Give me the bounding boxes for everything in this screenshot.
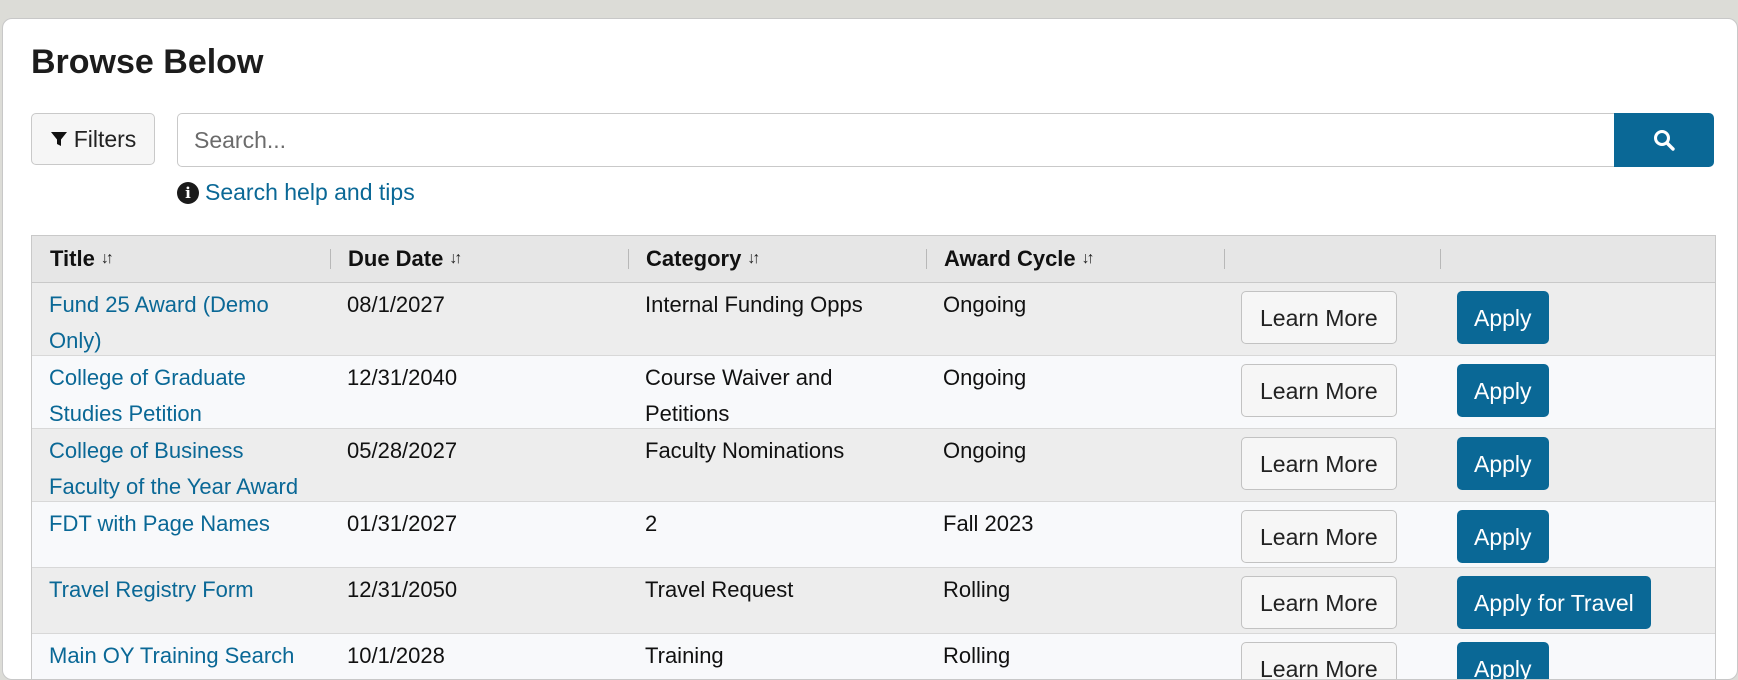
browse-card: Browse Below Filters i Search help and t…	[2, 18, 1738, 680]
sort-arrows-icon[interactable]: ↓↑	[449, 250, 462, 268]
filter-icon	[50, 132, 67, 146]
search-bar	[177, 113, 1714, 167]
row-due-date: 01/31/2027	[347, 511, 458, 536]
results-table: Title ↓↑ Due Date ↓↑ Category ↓↑ Award C…	[31, 235, 1716, 679]
column-header-award-cycle[interactable]: Award Cycle ↓↑	[926, 236, 1224, 282]
row-title-link[interactable]: College of Business Faculty of the Year …	[32, 429, 330, 505]
row-due-date: 12/31/2050	[347, 577, 458, 602]
learn-more-button[interactable]: Learn More	[1241, 642, 1397, 679]
row-award-cycle: Fall 2023	[943, 511, 1034, 536]
row-title-link[interactable]: College of Graduate Studies Petition	[32, 356, 330, 432]
apply-button[interactable]: Apply	[1457, 437, 1549, 490]
row-due-date: 08/1/2027	[347, 292, 445, 317]
table-row: Fund 25 Award (Demo Only) 08/1/2027 Inte…	[32, 283, 1715, 356]
sort-arrows-icon[interactable]: ↓↑	[1082, 250, 1095, 268]
column-header-category[interactable]: Category ↓↑	[628, 236, 926, 282]
learn-more-button[interactable]: Learn More	[1241, 364, 1397, 417]
row-title-link[interactable]: Main OY Training Search	[32, 634, 330, 674]
row-category: Training	[645, 643, 724, 668]
column-header-apply	[1440, 236, 1715, 282]
search-button[interactable]	[1614, 113, 1714, 167]
table-row: College of Business Faculty of the Year …	[32, 429, 1715, 502]
column-header-learn-more	[1224, 236, 1440, 282]
row-award-cycle: Ongoing	[943, 438, 1027, 463]
learn-more-button[interactable]: Learn More	[1241, 576, 1397, 629]
sort-arrows-icon[interactable]: ↓↑	[747, 250, 760, 268]
row-category: Travel Request	[645, 577, 794, 602]
info-icon: i	[177, 181, 199, 204]
apply-button[interactable]: Apply	[1457, 642, 1549, 679]
row-title-link[interactable]: Fund 25 Award (Demo Only)	[32, 283, 330, 359]
learn-more-button[interactable]: Learn More	[1241, 510, 1397, 563]
row-due-date: 10/1/2028	[347, 643, 445, 668]
filters-label: Filters	[73, 125, 137, 152]
learn-more-button[interactable]: Learn More	[1241, 437, 1397, 490]
row-award-cycle: Rolling	[943, 643, 1011, 668]
search-input[interactable]	[177, 113, 1614, 167]
learn-more-button[interactable]: Learn More	[1241, 291, 1397, 344]
search-icon	[1654, 130, 1675, 151]
row-title-link[interactable]: FDT with Page Names	[32, 502, 330, 542]
apply-button[interactable]: Apply	[1457, 364, 1549, 417]
page-title: Browse Below	[31, 43, 264, 81]
sort-arrows-icon[interactable]: ↓↑	[101, 250, 114, 268]
row-award-cycle: Rolling	[943, 577, 1011, 602]
search-help-label: Search help and tips	[205, 179, 415, 205]
row-award-cycle: Ongoing	[943, 365, 1027, 390]
filters-button[interactable]: Filters	[31, 113, 155, 165]
row-due-date: 05/28/2027	[347, 438, 458, 463]
row-title-link[interactable]: Travel Registry Form	[32, 568, 330, 608]
search-help-link[interactable]: i Search help and tips	[177, 179, 415, 206]
row-due-date: 12/31/2040	[347, 365, 458, 390]
table-row: Main OY Training Search 10/1/2028 Traini…	[32, 634, 1715, 679]
table-row: FDT with Page Names 01/31/2027 2 Fall 20…	[32, 502, 1715, 568]
table-row: College of Graduate Studies Petition 12/…	[32, 356, 1715, 429]
row-category: Internal Funding Opps	[645, 292, 863, 317]
column-header-due-date[interactable]: Due Date ↓↑	[330, 236, 628, 282]
row-category: 2	[645, 511, 658, 536]
row-category: Faculty Nominations	[645, 438, 845, 463]
apply-button[interactable]: Apply	[1457, 510, 1549, 563]
apply-button[interactable]: Apply for Travel	[1457, 576, 1651, 629]
row-award-cycle: Ongoing	[943, 292, 1027, 317]
row-category: Course Waiver and Petitions	[645, 365, 833, 426]
table-header: Title ↓↑ Due Date ↓↑ Category ↓↑ Award C…	[32, 236, 1715, 283]
column-header-title[interactable]: Title ↓↑	[32, 236, 330, 282]
apply-button[interactable]: Apply	[1457, 291, 1549, 344]
table-row: Travel Registry Form 12/31/2050 Travel R…	[32, 568, 1715, 634]
